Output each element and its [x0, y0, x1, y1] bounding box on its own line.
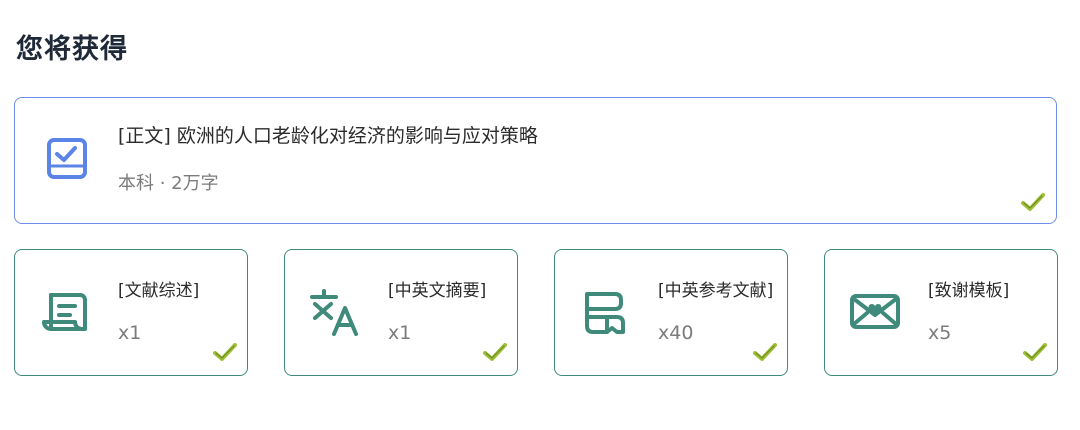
main-delivery-card: [正文] 欧洲的人口老龄化对经济的影响与应对策略 本科 · 2万字 [14, 97, 1057, 224]
scroll-document-icon [42, 293, 87, 331]
check-icon [1023, 343, 1047, 361]
item-label: [致谢模板] [928, 281, 1010, 301]
translate-icon [310, 289, 358, 336]
item-label: [中英参考文献] [658, 281, 774, 301]
item-count: x1 [118, 322, 142, 344]
bilingual-abstract-card: [中英文摘要] x1 [284, 249, 518, 376]
item-count: x40 [658, 322, 694, 344]
envelope-heart-icon [850, 294, 900, 329]
acknowledgement-template-card: [致谢模板] x5 [824, 249, 1058, 376]
bilingual-references-card: [中英参考文献] x40 [554, 249, 788, 376]
page-title: 您将获得 [16, 34, 128, 65]
main-item-title: [正文] 欧洲的人口老龄化对经济的影响与应对策略 [118, 125, 538, 147]
item-count: x5 [928, 322, 952, 344]
checked-document-icon [47, 138, 87, 179]
bookmark-reference-icon [585, 292, 625, 334]
item-label: [文献综述] [118, 281, 200, 301]
check-icon [483, 343, 507, 361]
check-icon [1021, 193, 1045, 211]
main-item-meta: 本科 · 2万字 [118, 173, 219, 194]
literature-review-card: [文献综述] x1 [14, 249, 248, 376]
item-label: [中英文摘要] [388, 281, 487, 301]
check-icon [213, 343, 237, 361]
check-icon [753, 343, 777, 361]
item-count: x1 [388, 322, 412, 344]
